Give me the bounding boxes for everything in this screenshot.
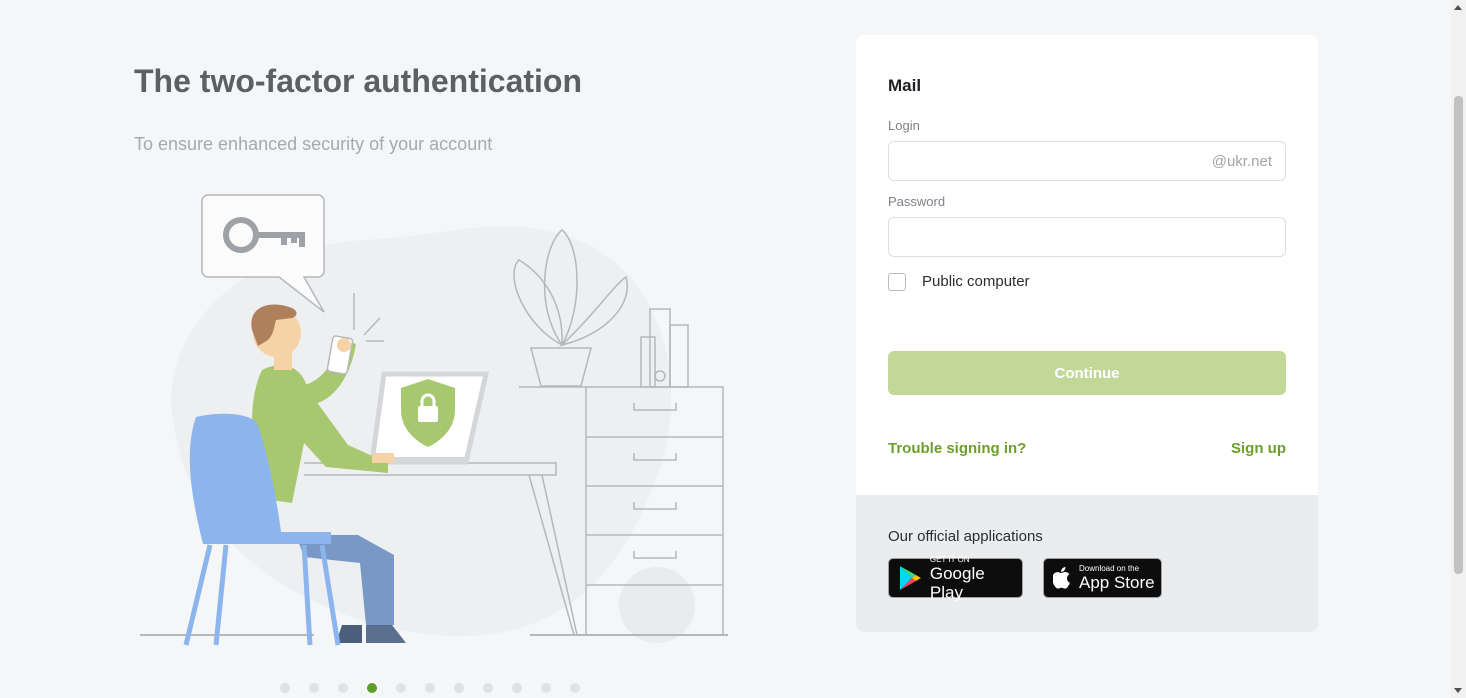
carousel-dot[interactable] <box>483 683 493 693</box>
google-play-badge[interactable]: GET IT ON Google Play <box>888 554 1023 602</box>
carousel-dot[interactable] <box>425 683 435 693</box>
apps-footer: Our official applications GET IT ON Goog… <box>856 495 1318 632</box>
carousel-dot[interactable] <box>396 683 406 693</box>
two-factor-illustration <box>140 194 728 646</box>
google-play-small-text: GET IT ON <box>929 554 970 564</box>
app-store-big-text: App Store <box>1079 573 1155 592</box>
carousel-dot[interactable] <box>512 683 522 693</box>
carousel-dot[interactable] <box>570 683 580 693</box>
password-input[interactable] <box>888 217 1286 257</box>
login-label: Login <box>888 118 920 133</box>
carousel-dot[interactable] <box>309 683 319 693</box>
trouble-signing-in-link[interactable]: Trouble signing in? <box>888 440 1026 457</box>
scrollbar-thumb[interactable] <box>1454 96 1463 574</box>
password-label: Password <box>888 194 946 209</box>
login-card: Mail Login @ukr.net Password Public comp… <box>856 35 1318 632</box>
apps-title: Our official applications <box>888 528 1043 545</box>
login-domain-suffix: @ukr.net <box>1211 153 1272 170</box>
page-scrollbar[interactable] <box>1451 0 1466 698</box>
carousel-dot-active[interactable] <box>367 683 377 693</box>
app-store-small-text: Download on the <box>1079 564 1140 573</box>
carousel-dot[interactable] <box>541 683 551 693</box>
continue-button[interactable]: Continue <box>888 351 1286 395</box>
sign-up-link[interactable]: Sign up <box>1231 440 1286 457</box>
carousel-dot[interactable] <box>454 683 464 693</box>
public-computer-checkbox[interactable] <box>888 273 906 291</box>
apple-icon <box>1053 567 1070 589</box>
google-play-icon <box>899 566 921 590</box>
scroll-up-arrow[interactable] <box>1454 5 1462 10</box>
background-circle <box>619 567 695 643</box>
login-input[interactable]: @ukr.net <box>888 141 1286 181</box>
public-computer-label[interactable]: Public computer <box>922 273 1030 290</box>
carousel-dot[interactable] <box>280 683 290 693</box>
card-title: Mail <box>888 76 922 95</box>
carousel-dots <box>280 683 580 693</box>
google-play-big-text: Google Play <box>929 563 985 602</box>
hero-section: The two-factor authentication To ensure … <box>134 60 834 155</box>
hero-subtitle: To ensure enhanced security of your acco… <box>134 134 493 154</box>
scroll-down-arrow[interactable] <box>1454 688 1462 693</box>
carousel-dot[interactable] <box>338 683 348 693</box>
hero-title: The two-factor authentication <box>134 63 582 99</box>
app-store-badge[interactable]: Download on the App Store <box>1043 558 1162 598</box>
